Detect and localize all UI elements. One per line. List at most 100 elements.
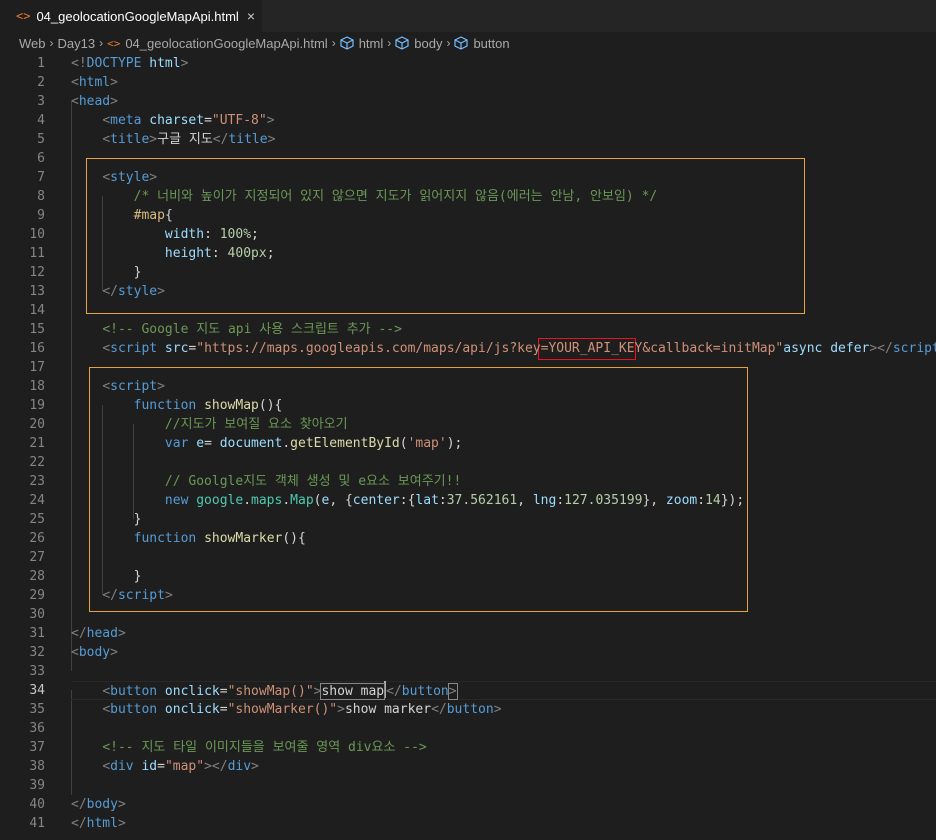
code-token: 'map' [407,436,447,451]
code-line[interactable]: 1 <!DOCTYPE html> [0,54,936,73]
breadcrumb-item-file[interactable]: 04_geolocationGoogleMapApi.html [125,36,327,51]
code-line[interactable]: 13 </style> [0,282,936,301]
code-token: script [892,341,936,356]
code-line[interactable]: 15 <!-- Google 지도 api 사용 스크립트 추가 --> [0,320,936,339]
breadcrumb-item-day13[interactable]: Day13 [58,36,96,51]
code-token: < [102,341,111,356]
code-line[interactable]: 2 <html> [0,73,936,92]
line-number: 13 [29,284,45,299]
code-line[interactable]: 16 <script src="https://maps.googleapis.… [0,339,936,358]
code-line[interactable]: 33 [0,662,936,681]
code-token: { [164,208,173,223]
code-line[interactable]: 28 } [0,567,936,586]
code-line[interactable]: 11 height: 400px; [0,244,936,263]
breadcrumb-item-button[interactable]: button [473,36,509,51]
code-token: }); [720,493,745,508]
code-line[interactable]: 23 // Goolgle지도 객체 생성 및 e요소 보여주기!! [0,472,936,491]
code-token: showMap [204,398,259,413]
code-line[interactable]: 6 [0,149,936,168]
code-line[interactable]: 18 <script> [0,377,936,396]
line-number: 40 [29,797,45,812]
breadcrumb-item-web[interactable]: Web [19,36,46,51]
code-token: 100% [219,227,252,242]
code-line[interactable]: 30 [0,605,936,624]
code-line[interactable]: 32 <body> [0,643,936,662]
code-line[interactable]: 19 function showMap(){ [0,396,936,415]
code-token: <!-- Google 지도 api 사용 스크립트 추가 --> [102,322,402,337]
code-line[interactable]: 34 <button onclick="showMap()">show map <… [0,681,936,700]
code-token: div [110,759,134,774]
code-line[interactable]: 27 [0,548,936,567]
line-number: 27 [29,550,45,565]
code-token: < [102,379,111,394]
code-text: } [71,567,142,586]
code-line[interactable]: 12 } [0,263,936,282]
code-token: head [78,94,111,109]
code-token: center [352,493,400,508]
code-token: : [438,493,447,508]
code-text: height: 400px; [71,244,275,263]
code-token: < [71,94,79,109]
code-token: "UTF-8" [211,113,267,128]
code-token: < [71,75,79,90]
code-token: = [219,684,228,699]
line-number: 38 [29,759,45,774]
line-number: 10 [29,227,45,242]
code-line[interactable]: 41 </html> [0,814,936,833]
code-token: </ [431,702,447,717]
code-token: > [267,132,276,147]
code-line[interactable]: 37 <!-- 지도 타일 이미지들을 보여줄 영역 div요소 --> [0,738,936,757]
code-line[interactable]: 8 /* 너비와 높이가 지정되어 있지 않으면 지도가 읽어지지 않음(에러는… [0,187,936,206]
code-line[interactable]: 9 #map{ [0,206,936,225]
code-token: show map [320,683,386,700]
code-line[interactable]: 10 width: 100%; [0,225,936,244]
line-number: 29 [29,588,45,603]
code-line[interactable]: 39 [0,776,936,795]
code-line[interactable]: 26 function showMarker(){ [0,529,936,548]
code-editor[interactable]: 1 <!DOCTYPE html> 2 <html> 3 <head> 4 <meta ch… [0,54,936,840]
line-number: 30 [29,607,45,622]
code-line[interactable]: 40 </body> [0,795,936,814]
code-line[interactable]: 35 <button onclick="showMarker()">show m… [0,700,936,719]
code-token: "showMap()" [227,684,314,699]
line-number: 8 [37,189,45,204]
breadcrumb-item-body[interactable]: body [414,36,442,51]
code-token: maps [251,493,283,508]
code-line[interactable]: 4 <meta charset="UTF-8"> [0,111,936,130]
code-token: defer [822,341,870,356]
close-icon[interactable]: × [247,8,255,24]
code-line[interactable]: 14 [0,301,936,320]
code-token: script [117,588,165,603]
code-line[interactable]: 21 var e= document.getElementById('map')… [0,434,936,453]
code-line[interactable]: 22 [0,453,936,472]
code-line[interactable]: 20 //지도가 보여질 요소 찾아오기 [0,415,936,434]
code-text: <div id="map"></div> [71,757,259,776]
code-line[interactable]: 38 <div id="map"></div> [0,757,936,776]
code-token: > [251,759,259,774]
code-line[interactable]: 36 [0,719,936,738]
line-number: 11 [29,246,45,261]
code-line[interactable]: 25 } [0,510,936,529]
code-line[interactable]: 7 <style> [0,168,936,187]
code-line[interactable]: 17 [0,358,936,377]
code-line[interactable]: 24 new google.maps.Map(e, {center:{lat:3… [0,491,936,510]
code-token: : [556,493,565,508]
line-number: 18 [29,379,45,394]
breadcrumb-item-html[interactable]: html [359,36,384,51]
code-line[interactable]: 3 <head> [0,92,936,111]
editor-tab[interactable]: <> 04_geolocationGoogleMapApi.html × [0,0,262,32]
code-line[interactable]: 31 </head> [0,624,936,643]
code-token: title [228,132,268,147]
html-file-icon: <> [107,36,121,50]
code-line[interactable]: 5 <title>구글 지도</title> [0,130,936,149]
code-line[interactable]: 29 </script> [0,586,936,605]
